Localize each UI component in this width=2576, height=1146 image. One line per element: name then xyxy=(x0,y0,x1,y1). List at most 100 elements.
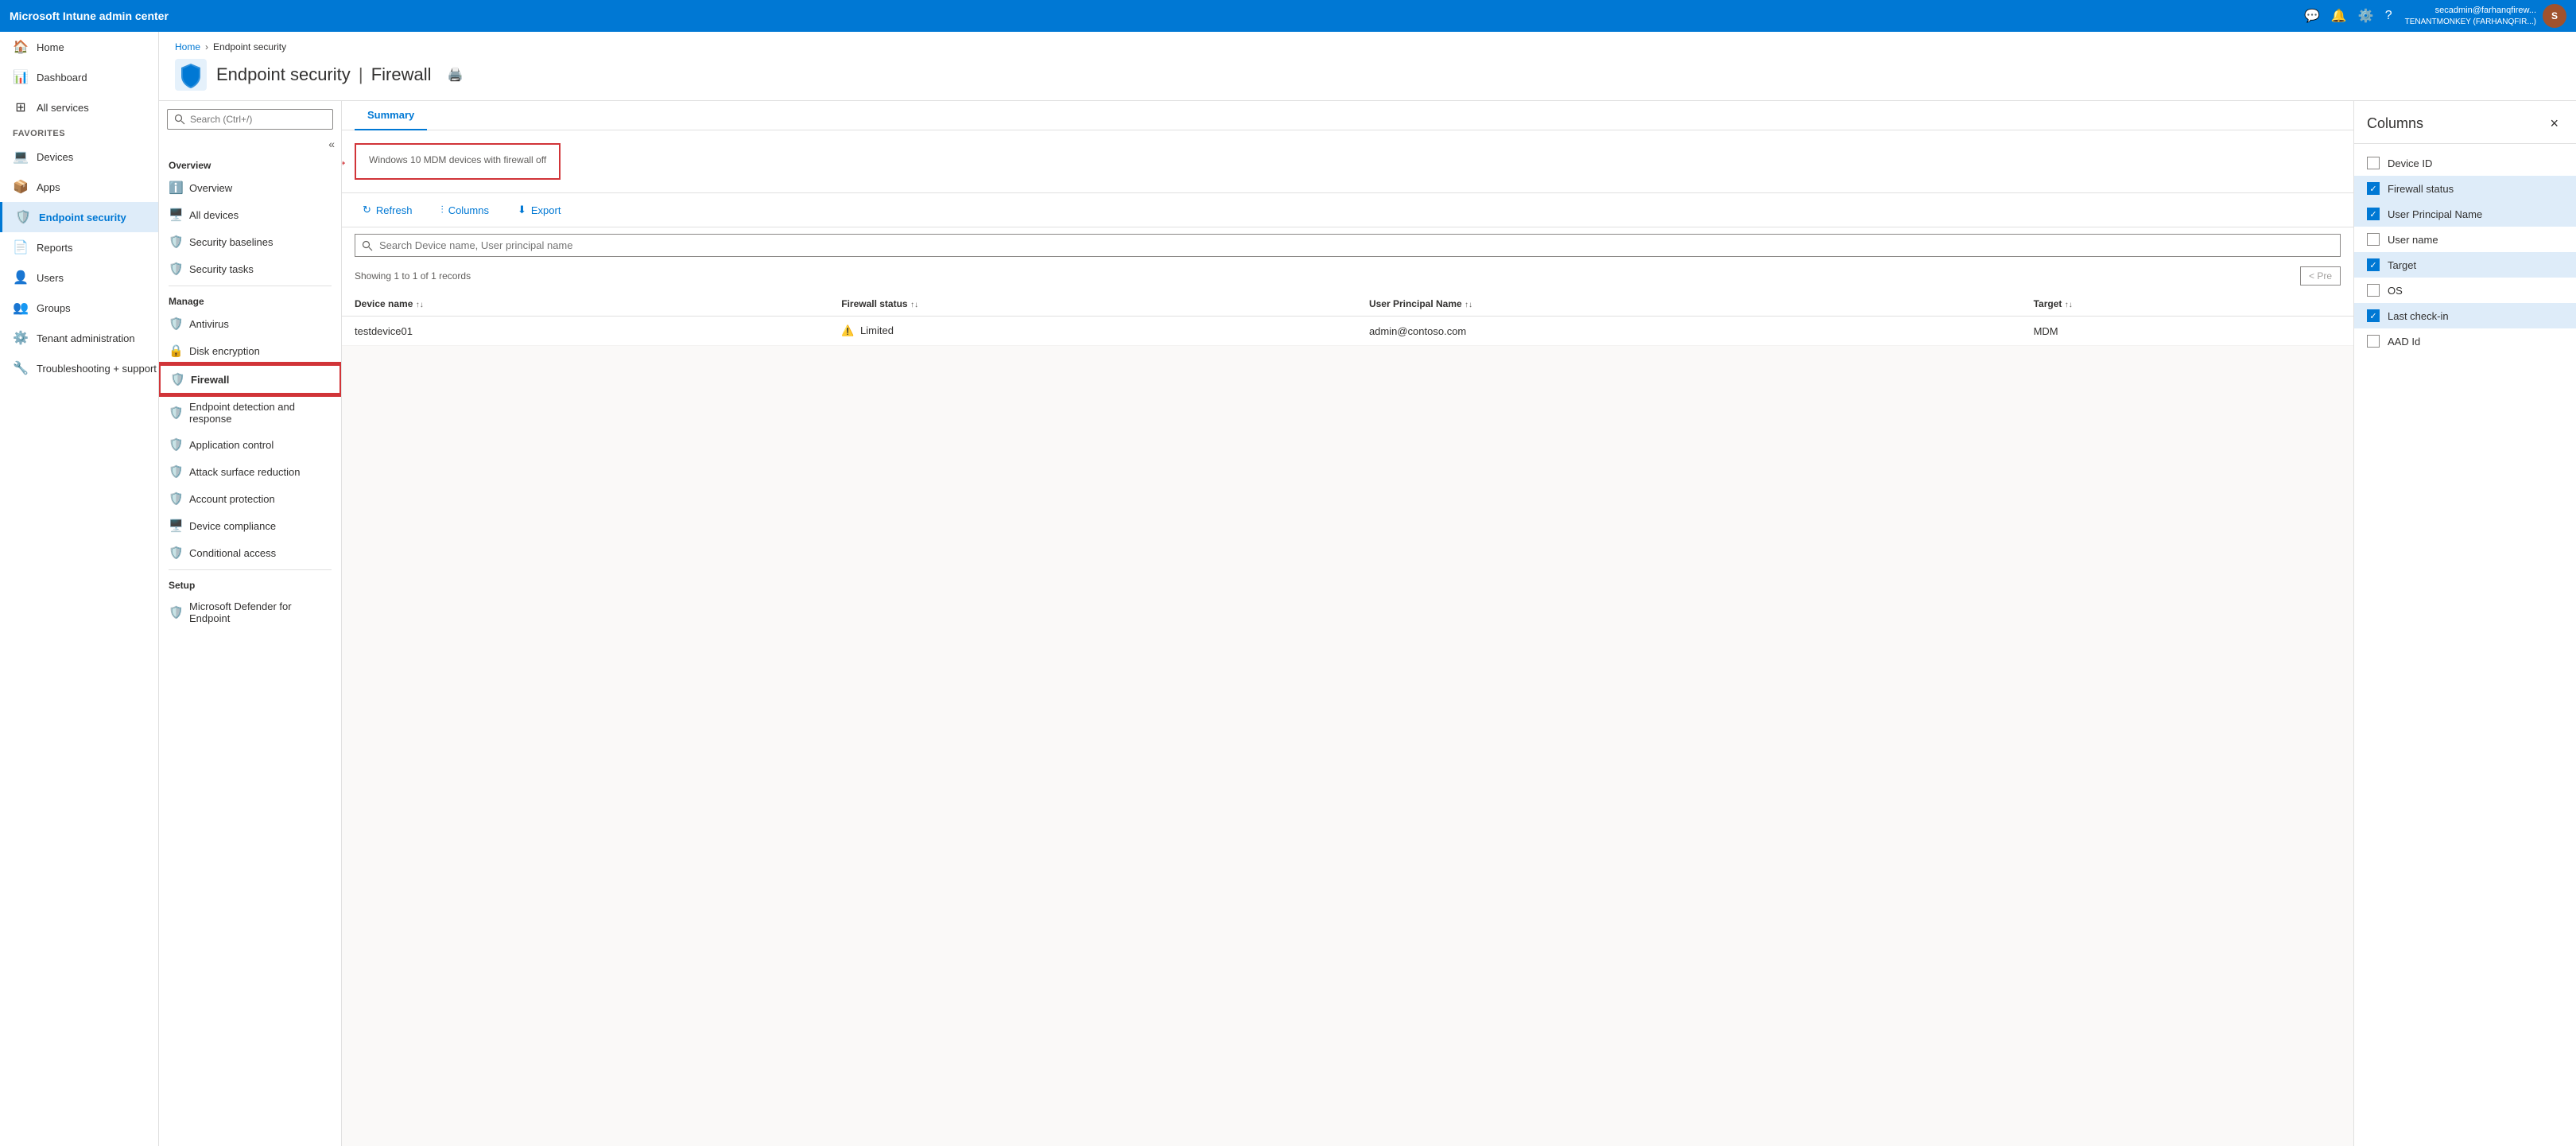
columns-item-device-id[interactable]: Device ID xyxy=(2354,150,2576,176)
export-button[interactable]: ⬇ Export xyxy=(510,200,568,220)
checkbox-last-checkin[interactable]: ✓ xyxy=(2367,309,2380,322)
topbar-title: Microsoft Intune admin center xyxy=(10,10,2298,22)
columns-label-target: Target xyxy=(2388,259,2416,271)
sidebar-item-devices[interactable]: 💻 Devices xyxy=(0,142,158,172)
topbar-initials: S xyxy=(2551,10,2558,21)
checkbox-os[interactable] xyxy=(2367,284,2380,297)
sort-icon-device-name[interactable]: ↑↓ xyxy=(416,301,424,309)
sub-nav-item-antivirus[interactable]: 🛡️ Antivirus xyxy=(159,310,341,337)
checkbox-device-id[interactable] xyxy=(2367,157,2380,169)
sidebar-item-troubleshooting[interactable]: 🔧 Troubleshooting + support xyxy=(0,353,158,383)
sub-nav-label-antivirus: Antivirus xyxy=(189,318,229,330)
sub-nav-item-overview[interactable]: ℹ️ Overview xyxy=(159,174,341,201)
col-upn[interactable]: User Principal Name ↑↓ xyxy=(1356,292,2021,317)
sidebar-item-dashboard[interactable]: 📊 Dashboard xyxy=(0,62,158,92)
home-icon: 🏠 xyxy=(13,39,29,55)
sub-nav-label-account-protection: Account protection xyxy=(189,493,275,505)
settings-icon[interactable]: ⚙️ xyxy=(2358,8,2374,24)
sub-nav-item-security-tasks[interactable]: 🛡️ Security tasks xyxy=(159,255,341,282)
devices-icon: 💻 xyxy=(13,149,29,165)
sub-nav-item-endpoint-detection[interactable]: 🛡️ Endpoint detection and response xyxy=(159,394,341,431)
sub-nav: « Overview ℹ️ Overview 🖥️ All devices 🛡️… xyxy=(159,101,342,1146)
notification-icon[interactable]: 🔔 xyxy=(2331,8,2347,24)
sub-nav-search-input[interactable] xyxy=(167,109,333,130)
sidebar-item-users[interactable]: 👤 Users xyxy=(0,262,158,293)
sort-icon-upn[interactable]: ↑↓ xyxy=(1465,301,1472,309)
sidebar-label-reports: Reports xyxy=(37,242,73,254)
columns-label-last-checkin: Last check-in xyxy=(2388,310,2449,322)
print-icon[interactable]: 🖨️ xyxy=(448,67,464,83)
warning-icon: ⚠️ xyxy=(841,324,854,336)
sidebar-label-tenant-admin: Tenant administration xyxy=(37,332,135,344)
sort-icon-target[interactable]: ↑↓ xyxy=(2065,301,2073,309)
search-input[interactable] xyxy=(355,234,2341,257)
columns-label-os: OS xyxy=(2388,285,2403,297)
sub-nav-label-endpoint-detection: Endpoint detection and response xyxy=(189,401,332,425)
col-target[interactable]: Target ↑↓ xyxy=(2021,292,2353,317)
breadcrumb-home[interactable]: Home xyxy=(175,41,200,52)
columns-panel-close-button[interactable]: × xyxy=(2545,114,2563,134)
firewall-card-win10[interactable]: Windows 10 MDM devices with firewall off… xyxy=(355,143,561,180)
columns-item-target[interactable]: ✓ Target xyxy=(2354,252,2576,278)
topbar-avatar[interactable]: S xyxy=(2543,4,2566,28)
sidebar-label-all-services: All services xyxy=(37,102,89,114)
attack-surface-icon: 🛡️ xyxy=(169,464,183,479)
account-protection-icon: 🛡️ xyxy=(169,491,183,506)
sidebar-item-reports[interactable]: 📄 Reports xyxy=(0,232,158,262)
sub-nav-item-account-protection[interactable]: 🛡️ Account protection xyxy=(159,485,341,512)
topbar-user[interactable]: secadmin@farhanqfirew... TENANTMONKEY (F… xyxy=(2405,4,2566,28)
feedback-icon[interactable]: 💬 xyxy=(2304,8,2320,24)
columns-item-user-name[interactable]: User name xyxy=(2354,227,2576,252)
sub-nav-item-ms-defender[interactable]: 🛡️ Microsoft Defender for Endpoint xyxy=(159,594,341,631)
sort-icon-firewall-status[interactable]: ↑↓ xyxy=(910,301,918,309)
sub-nav-item-device-compliance[interactable]: 🖥️ Device compliance xyxy=(159,512,341,539)
sub-nav-item-disk-encryption[interactable]: 🔒 Disk encryption xyxy=(159,337,341,364)
checkbox-user-name[interactable] xyxy=(2367,233,2380,246)
sub-nav-overview-section: Overview xyxy=(159,153,341,174)
topbar-username: secadmin@farhanqfirew... xyxy=(2405,5,2536,16)
troubleshooting-icon: 🔧 xyxy=(13,360,29,376)
checkbox-target[interactable]: ✓ xyxy=(2367,258,2380,271)
columns-item-firewall-status[interactable]: ✓ Firewall status xyxy=(2354,176,2576,201)
columns-button[interactable]: ⫶ Columns xyxy=(433,200,497,220)
sidebar-item-endpoint-security[interactable]: 🛡️ Endpoint security xyxy=(0,202,158,232)
sub-nav-item-firewall[interactable]: 🛡️ Firewall xyxy=(159,364,341,394)
columns-item-upn[interactable]: ✓ User Principal Name xyxy=(2354,201,2576,227)
device-compliance-icon: 🖥️ xyxy=(169,519,183,533)
all-services-icon: ⊞ xyxy=(13,99,29,115)
sub-nav-collapse-icon[interactable]: « xyxy=(328,138,335,150)
antivirus-icon: 🛡️ xyxy=(169,317,183,331)
sub-nav-item-all-devices[interactable]: 🖥️ All devices xyxy=(159,201,341,228)
columns-item-last-checkin[interactable]: ✓ Last check-in xyxy=(2354,303,2576,328)
page-header: Endpoint security | Firewall 🖨️ xyxy=(159,52,2576,101)
sub-nav-item-attack-surface[interactable]: 🛡️ Attack surface reduction xyxy=(159,458,341,485)
sub-nav-setup-section: Setup xyxy=(159,573,341,594)
columns-item-os[interactable]: OS xyxy=(2354,278,2576,303)
checkbox-upn[interactable]: ✓ xyxy=(2367,208,2380,220)
pagination-prev[interactable]: < Pre xyxy=(2300,266,2341,286)
checkbox-aad-id[interactable] xyxy=(2367,335,2380,348)
cell-upn: admin@contoso.com xyxy=(1356,317,2021,346)
refresh-button[interactable]: ↻ Refresh xyxy=(355,200,420,220)
cell-target: MDM xyxy=(2021,317,2353,346)
sidebar-section-favorites: FAVORITES xyxy=(0,122,158,142)
sub-nav-item-conditional-access[interactable]: 🛡️ Conditional access xyxy=(159,539,341,566)
columns-item-aad-id[interactable]: AAD Id xyxy=(2354,328,2576,354)
table-row[interactable]: testdevice01 ⚠️ Limited admin@contoso.co… xyxy=(342,317,2353,346)
columns-label-firewall-status: Firewall status xyxy=(2388,183,2454,195)
col-firewall-status[interactable]: Firewall status ↑↓ xyxy=(828,292,1356,317)
sub-nav-item-app-control[interactable]: 🛡️ Application control xyxy=(159,431,341,458)
checkbox-firewall-status[interactable]: ✓ xyxy=(2367,182,2380,195)
help-icon[interactable]: ? xyxy=(2385,9,2392,23)
columns-label-device-id: Device ID xyxy=(2388,157,2432,169)
sidebar-item-groups[interactable]: 👥 Groups xyxy=(0,293,158,323)
sidebar-item-tenant-admin[interactable]: ⚙️ Tenant administration xyxy=(0,323,158,353)
col-device-name[interactable]: Device name ↑↓ xyxy=(342,292,828,317)
toolbar: ↻ Refresh ⫶ Columns ⬇ Export xyxy=(342,193,2353,227)
tab-summary[interactable]: Summary xyxy=(355,101,427,130)
sidebar-item-apps[interactable]: 📦 Apps xyxy=(0,172,158,202)
sidebar-item-all-services[interactable]: ⊞ All services xyxy=(0,92,158,122)
tenant-admin-icon: ⚙️ xyxy=(13,330,29,346)
sidebar-item-home[interactable]: 🏠 Home xyxy=(0,32,158,62)
sub-nav-item-security-baselines[interactable]: 🛡️ Security baselines xyxy=(159,228,341,255)
